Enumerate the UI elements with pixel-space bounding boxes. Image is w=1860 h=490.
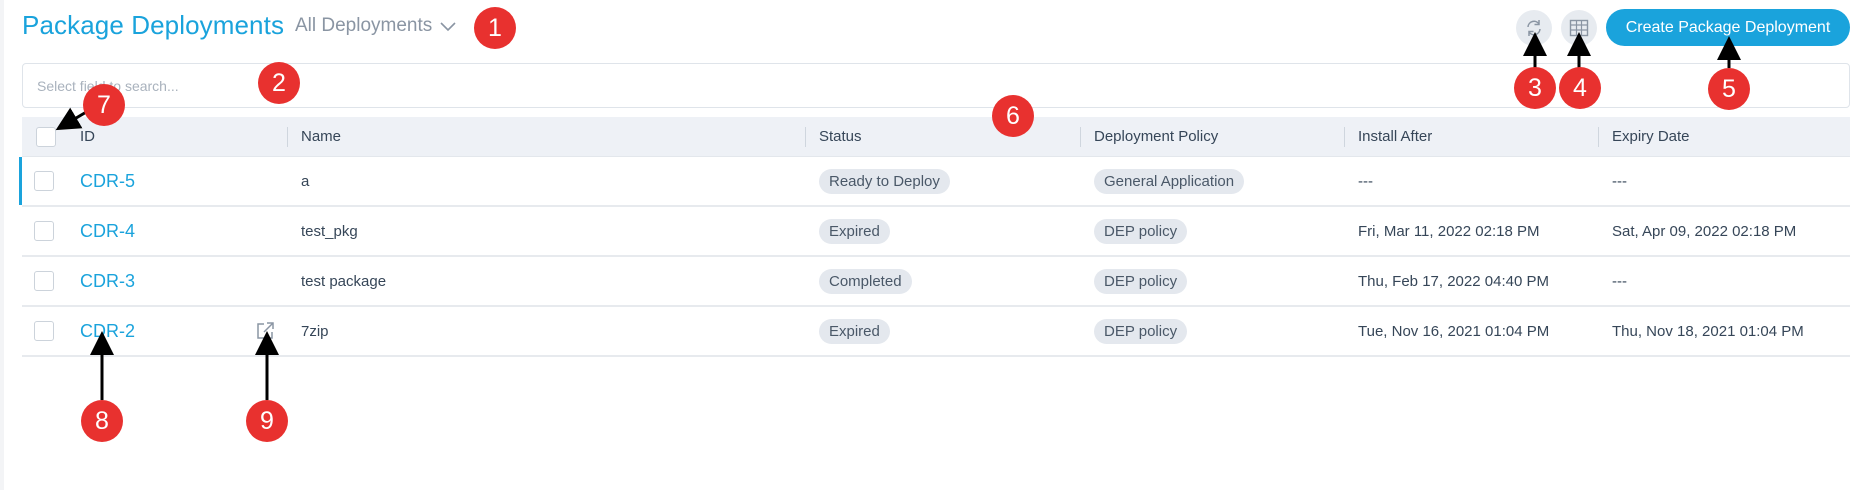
annotation-marker-3: 3: [1514, 67, 1556, 109]
annotation-marker-9: 9: [246, 400, 288, 442]
annotation-marker-4: 4: [1559, 67, 1601, 109]
annotation-marker-2: 2: [258, 62, 300, 104]
annotation-marker-5: 5: [1708, 68, 1750, 110]
package-deployments-page: Package Deployments All Deployments Crea…: [0, 0, 1860, 490]
annotation-marker-6: 6: [992, 95, 1034, 137]
annotation-marker-1: 1: [474, 7, 516, 49]
annotation-marker-7: 7: [83, 84, 125, 126]
annotation-marker-8: 8: [81, 400, 123, 442]
